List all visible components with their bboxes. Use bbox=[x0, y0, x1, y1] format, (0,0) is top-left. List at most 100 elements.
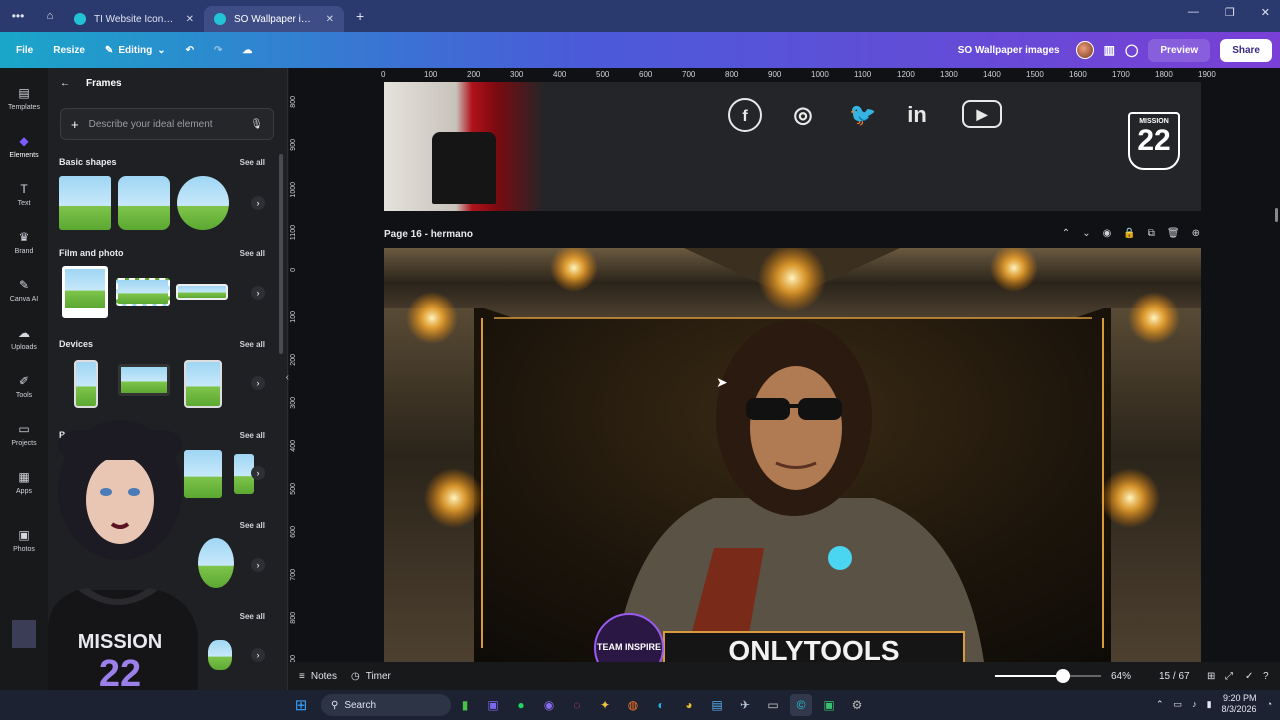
notepad-icon[interactable]: ▤ bbox=[706, 694, 728, 716]
clock-date[interactable]: 8/3/2026 bbox=[1222, 704, 1257, 715]
frame-film-strip[interactable] bbox=[116, 278, 170, 306]
volume-icon[interactable]: ♪ bbox=[1192, 699, 1197, 709]
see-all-link[interactable]: See all bbox=[240, 612, 265, 621]
back-arrow-icon[interactable]: ← bbox=[60, 78, 70, 89]
close-tab-icon[interactable]: ✕ bbox=[326, 14, 334, 25]
lock-page-icon[interactable]: 🔒 bbox=[1123, 228, 1135, 239]
rail-item-text[interactable]: T Text bbox=[0, 182, 48, 207]
spotify-icon[interactable]: ● bbox=[510, 694, 532, 716]
rail-item-elements[interactable]: ◆ Elements bbox=[0, 134, 48, 159]
canva-taskbar-icon[interactable]: © bbox=[790, 694, 812, 716]
maximize-icon[interactable]: ❐ bbox=[1225, 6, 1235, 19]
facebook-icon[interactable]: f bbox=[728, 98, 762, 132]
rail-item-tools[interactable]: ✐ Tools bbox=[0, 374, 48, 399]
battery-icon[interactable]: ▮ bbox=[1207, 699, 1212, 710]
tab-website-icons[interactable]: TI Website Icons - ... ✕ bbox=[64, 6, 204, 32]
windows-start-icon[interactable]: ⊞ bbox=[290, 694, 312, 716]
workspaces-icon[interactable]: ⌂ bbox=[36, 10, 64, 22]
resize-button[interactable]: Resize bbox=[43, 45, 95, 56]
undo-button[interactable]: ↶ bbox=[176, 45, 204, 56]
rail-item-canva-ai[interactable]: ✎ Canva AI bbox=[0, 278, 48, 303]
chevron-right-icon[interactable]: › bbox=[251, 196, 265, 210]
user-avatar[interactable] bbox=[1075, 41, 1094, 59]
file-menu-button[interactable]: File bbox=[6, 45, 43, 56]
share-button[interactable]: Share bbox=[1220, 38, 1272, 62]
rail-item-templates[interactable]: ▤ Templates bbox=[0, 86, 48, 111]
delete-page-icon[interactable]: 🗑 bbox=[1167, 228, 1180, 239]
chevron-right-icon[interactable]: › bbox=[251, 558, 265, 572]
zoom-slider[interactable] bbox=[995, 669, 1101, 683]
edge-icon[interactable]: ◐ bbox=[650, 694, 672, 716]
document-title[interactable]: SO Wallpaper images bbox=[958, 45, 1060, 56]
linkedin-icon[interactable]: in bbox=[900, 98, 934, 132]
twitter-icon[interactable]: 🐦 bbox=[846, 98, 880, 132]
network-icon[interactable]: ▭ bbox=[1174, 699, 1183, 710]
discord-icon[interactable]: ◉ bbox=[538, 694, 560, 716]
timer-button[interactable]: ◷ Timer bbox=[351, 671, 391, 682]
see-all-link[interactable]: See all bbox=[240, 521, 265, 530]
teams-icon[interactable]: ▣ bbox=[482, 694, 504, 716]
notes-button[interactable]: ≡ Notes bbox=[299, 671, 337, 682]
rail-item-brand[interactable]: ♛ Brand bbox=[0, 230, 48, 255]
rail-item-uploads[interactable]: ☁ Uploads bbox=[0, 326, 48, 351]
see-all-link[interactable]: See all bbox=[240, 431, 265, 440]
settings-icon[interactable]: ⚙ bbox=[846, 694, 868, 716]
frame-polaroid[interactable] bbox=[62, 266, 108, 318]
frame-phone[interactable] bbox=[74, 360, 98, 408]
add-page-icon[interactable]: ⊕ bbox=[1192, 228, 1200, 239]
help-icon[interactable]: ? bbox=[1263, 671, 1269, 682]
notifications-icon[interactable]: ◔ bbox=[1267, 699, 1272, 709]
see-all-link[interactable]: See all bbox=[240, 249, 265, 258]
app-icon[interactable]: ✦ bbox=[594, 694, 616, 716]
duplicate-page-icon[interactable]: ⧉ bbox=[1148, 228, 1155, 239]
youtube-icon[interactable]: ▶ bbox=[962, 100, 1002, 128]
grid-view-icon[interactable]: ⊞ bbox=[1207, 671, 1215, 682]
frame-rounded-square[interactable] bbox=[118, 176, 170, 230]
canvas-scrollbar[interactable] bbox=[1275, 208, 1278, 222]
frame-circle[interactable] bbox=[177, 176, 229, 230]
design-canvas-area[interactable]: 0 100 200 300 400 500 600 700 800 900 1000 1100 1200… bbox=[289, 68, 1280, 662]
frame-desktop[interactable] bbox=[118, 364, 170, 396]
frame-square[interactable] bbox=[59, 176, 111, 230]
app-icon[interactable]: ▣ bbox=[818, 694, 840, 716]
see-all-link[interactable]: See all bbox=[240, 340, 265, 349]
page-15[interactable]: f ◎ 🐦 in ▶ MISSION 22 bbox=[384, 82, 1201, 211]
frame-film-wide[interactable] bbox=[176, 284, 228, 300]
cloud-save-icon[interactable]: ☁ bbox=[232, 45, 262, 56]
chevron-right-icon[interactable]: › bbox=[251, 286, 265, 300]
page-up-icon[interactable]: ⌃ bbox=[1062, 228, 1070, 239]
chevron-right-icon[interactable]: › bbox=[251, 648, 265, 662]
fullscreen-icon[interactable]: ⤢ bbox=[1225, 671, 1233, 682]
panel-scrollbar[interactable] bbox=[279, 154, 283, 354]
page-down-icon[interactable]: ⌄ bbox=[1082, 228, 1090, 239]
tray-chevron-icon[interactable]: ⌃ bbox=[1156, 699, 1164, 710]
zoom-slider-handle[interactable] bbox=[1056, 669, 1070, 683]
element-search-input[interactable]: + Describe your ideal element 🎙 bbox=[60, 108, 274, 140]
see-all-link[interactable]: See all bbox=[240, 158, 265, 167]
steam-icon[interactable]: ✈ bbox=[734, 694, 756, 716]
terminal-icon[interactable]: ▭ bbox=[762, 694, 784, 716]
widgets-icon[interactable]: ▮ bbox=[454, 694, 476, 716]
close-tab-icon[interactable]: ✕ bbox=[186, 14, 194, 25]
chrome-icon[interactable]: ◕ bbox=[678, 694, 700, 716]
instagram-icon[interactable]: ◎ bbox=[786, 98, 820, 132]
zoom-level[interactable]: 64% bbox=[1111, 671, 1131, 682]
chevron-right-icon[interactable]: › bbox=[251, 376, 265, 390]
tab-wallpaper-images[interactable]: SO Wallpaper imag... ✕ bbox=[204, 6, 344, 32]
comment-icon[interactable]: ◯ bbox=[1125, 43, 1138, 57]
insights-chart-icon[interactable]: ▥ bbox=[1104, 43, 1115, 57]
new-tab-button[interactable]: + bbox=[356, 8, 364, 24]
taskbar-search[interactable]: ⚲ Search bbox=[321, 694, 451, 716]
page-16[interactable]: ONLYTOOLS TEAM INSPIRE bbox=[384, 248, 1201, 662]
page-title[interactable]: Page 16 - hermano bbox=[384, 229, 473, 240]
minimize-icon[interactable]: — bbox=[1188, 6, 1199, 19]
redo-button[interactable]: ↷ bbox=[204, 45, 232, 56]
clock-time[interactable]: 9:20 PM bbox=[1222, 693, 1257, 704]
hide-page-icon[interactable]: ◉ bbox=[1103, 228, 1112, 239]
editing-mode-button[interactable]: ✎ Editing ⌄ bbox=[95, 45, 176, 56]
preview-button[interactable]: Preview bbox=[1148, 38, 1211, 62]
browser-menu-icon[interactable]: ••• bbox=[0, 9, 36, 23]
page-counter[interactable]: 15 / 67 bbox=[1159, 671, 1190, 682]
check-icon[interactable]: ✓ bbox=[1245, 671, 1253, 682]
close-window-icon[interactable]: ✕ bbox=[1261, 6, 1270, 19]
